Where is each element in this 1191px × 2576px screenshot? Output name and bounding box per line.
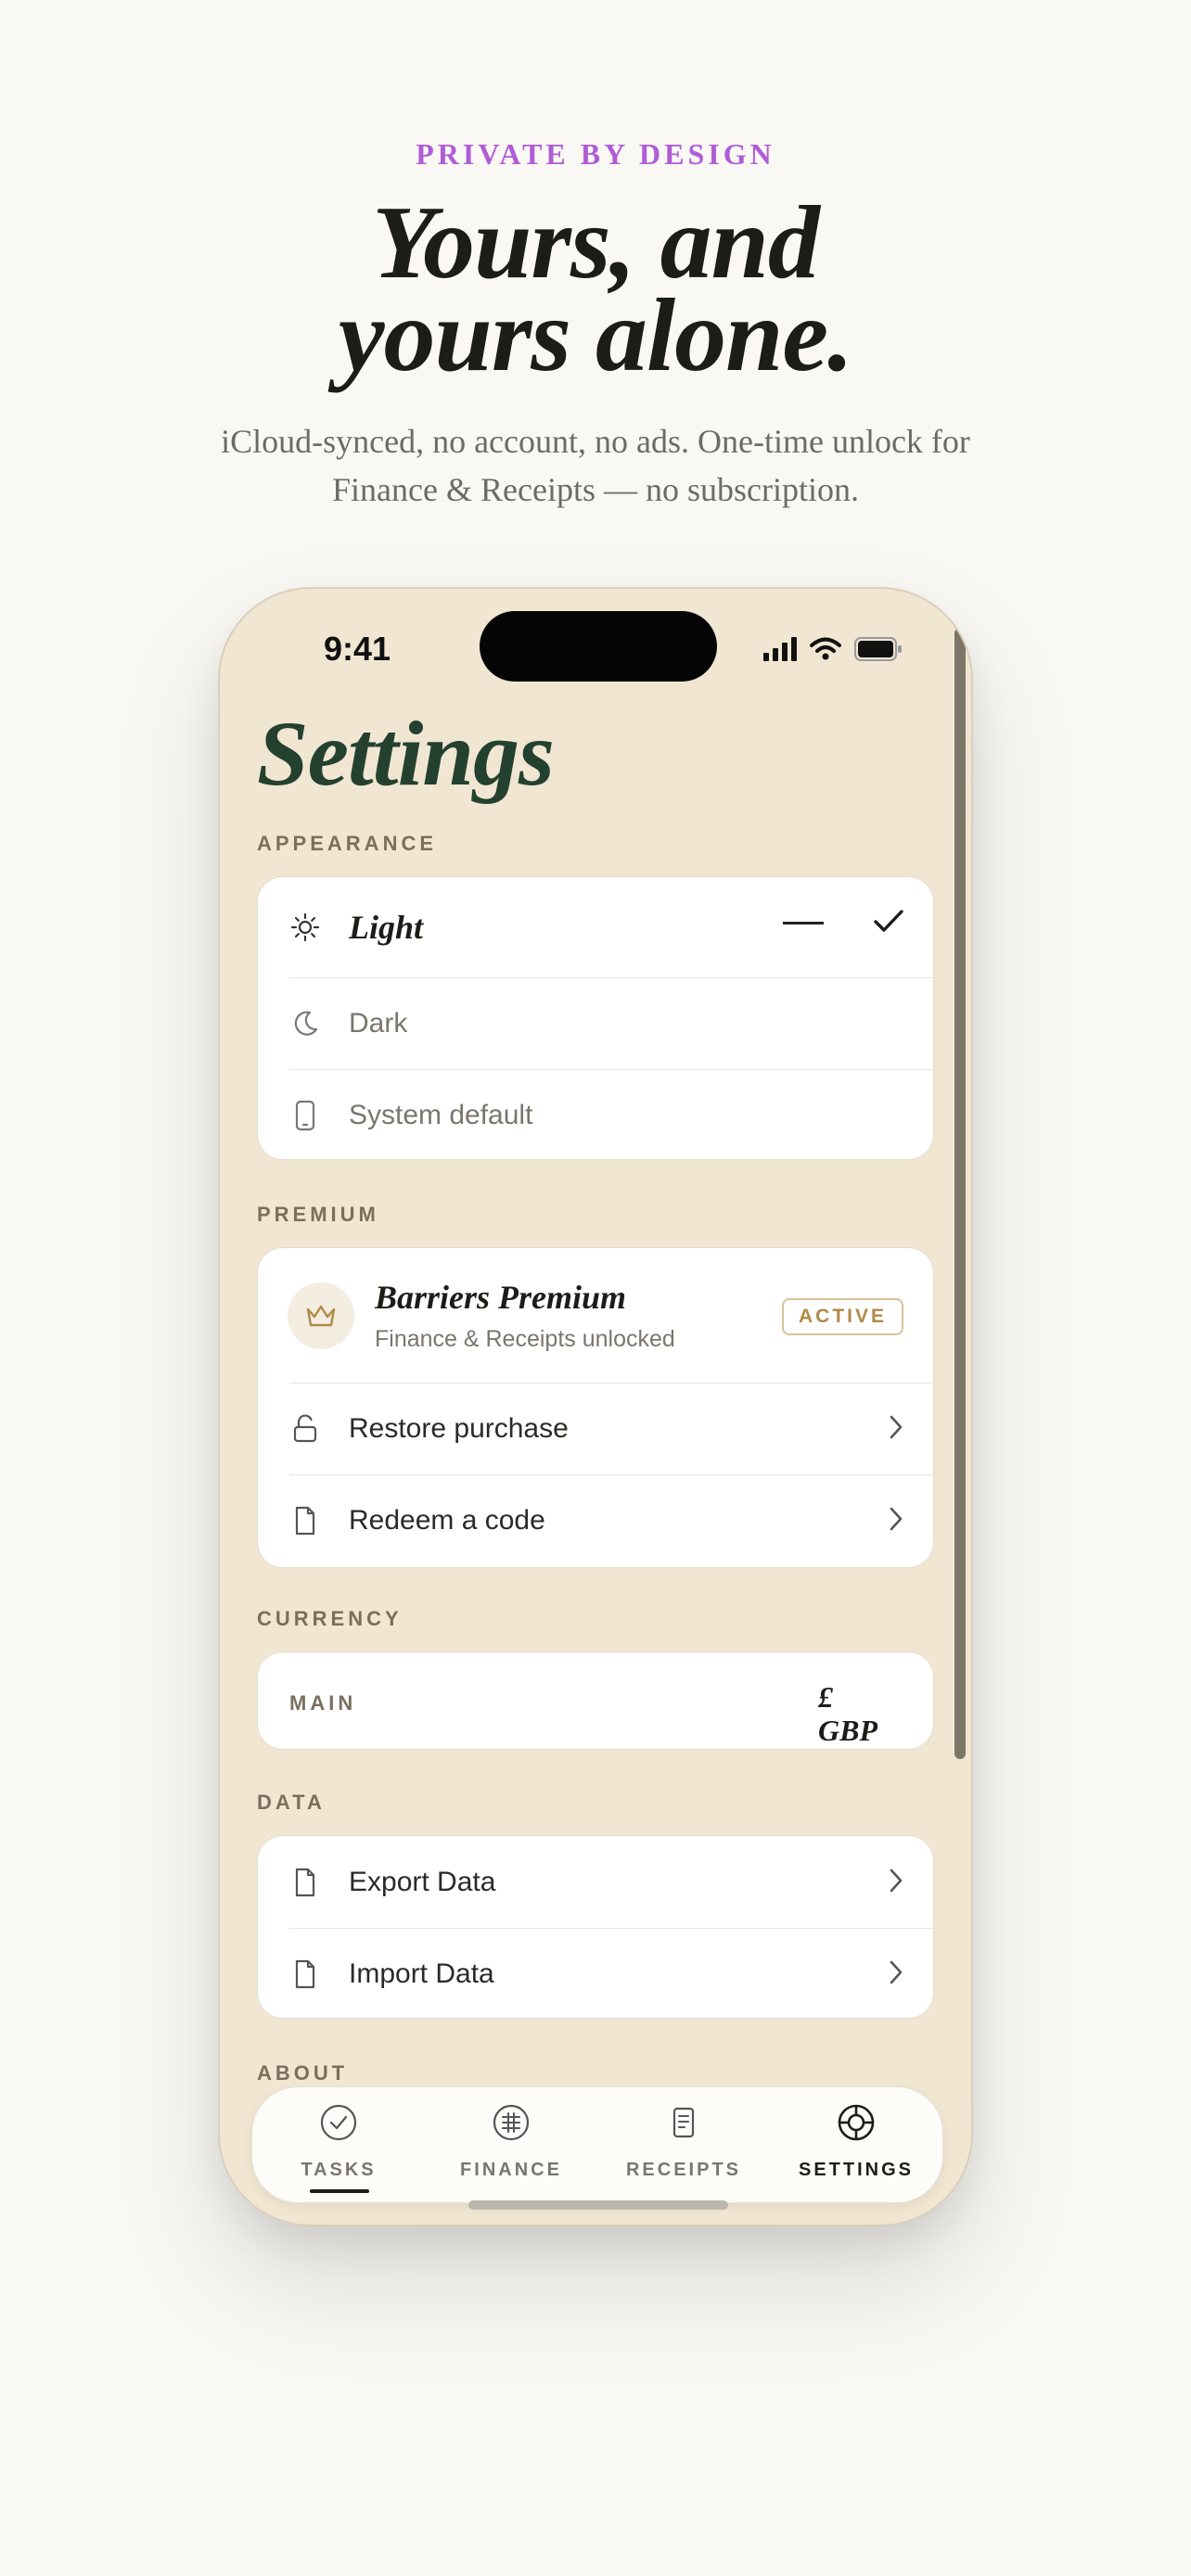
- crown-icon: [288, 1282, 354, 1349]
- headline-line-1: Yours, and: [372, 185, 820, 300]
- phone-icon: [289, 1100, 321, 1131]
- home-indicator[interactable]: [468, 2200, 728, 2210]
- unlock-icon: [289, 1413, 321, 1445]
- tab-underline: [310, 2189, 369, 2193]
- appearance-option-label: Dark: [349, 1007, 408, 1039]
- section-label-premium: PREMIUM: [257, 1203, 379, 1226]
- currency-card[interactable]: MAIN £ GBP: [257, 1651, 934, 1750]
- dynamic-island: [480, 611, 717, 682]
- chevron-right-icon: [887, 1412, 905, 1447]
- tab-receipts[interactable]: RECEIPTS: [597, 2087, 770, 2204]
- signal-icon: [763, 637, 797, 661]
- status-icons: [763, 637, 903, 661]
- eyebrow-text: PRIVATE BY DESIGN: [416, 137, 775, 171]
- appearance-card: Light Dark System default: [257, 876, 934, 1160]
- import-data-row[interactable]: Import Data: [258, 1928, 933, 2018]
- chevron-right-icon: [887, 1866, 905, 1900]
- headline-line-2: yours alone.: [338, 278, 853, 393]
- tab-label: FINANCE: [460, 2160, 562, 2180]
- import-data-label: Import Data: [349, 1958, 494, 1989]
- tab-tasks[interactable]: TASKS: [252, 2087, 425, 2204]
- appearance-option-label: System default: [349, 1099, 533, 1130]
- currency-symbol: £: [818, 1680, 833, 1714]
- chevron-right-icon: [887, 1958, 905, 1992]
- page: PRIVATE BY DESIGN Yours, and yours alone…: [0, 0, 1191, 2576]
- appearance-option-label: Light: [349, 909, 424, 946]
- currency-key: MAIN: [289, 1691, 357, 1715]
- redeem-code-row[interactable]: Redeem a code: [258, 1474, 933, 1566]
- tab-label: TASKS: [301, 2160, 377, 2180]
- document-icon: [289, 1958, 321, 1990]
- section-label-currency: CURRENCY: [257, 1607, 403, 1630]
- tab-label: SETTINGS: [798, 2160, 914, 2180]
- selected-dash: [783, 922, 824, 925]
- premium-status-row: Barriers Premium Finance & Receipts unlo…: [258, 1248, 933, 1383]
- tab-settings[interactable]: SETTINGS: [770, 2087, 942, 2204]
- premium-subtitle: Finance & Receipts unlocked: [375, 1326, 675, 1352]
- section-label-about: ABOUT: [257, 2061, 349, 2085]
- status-time: 9:41: [324, 630, 391, 668]
- restore-purchase-label: Restore purchase: [349, 1412, 569, 1444]
- premium-text: Barriers Premium Finance & Receipts unlo…: [375, 1278, 675, 1353]
- battery-icon: [854, 637, 902, 661]
- chevron-right-icon: [887, 1504, 905, 1538]
- tab-finance[interactable]: FINANCE: [425, 2087, 597, 2204]
- moon-icon: [289, 1008, 321, 1039]
- currency-code: GBP: [818, 1714, 877, 1747]
- appearance-option-dark[interactable]: Dark: [258, 977, 933, 1069]
- headline: Yours, and yours alone.: [0, 185, 1191, 393]
- section-label-appearance: APPEARANCE: [257, 832, 438, 855]
- restore-purchase-row[interactable]: Restore purchase: [258, 1383, 933, 1474]
- page-title: Settings: [257, 702, 555, 805]
- appearance-option-system[interactable]: System default: [258, 1069, 933, 1159]
- receipt-icon: [672, 2107, 695, 2138]
- tab-bar: TASKS FINANCE RECEIPTS SETTINGS: [251, 2086, 943, 2203]
- premium-name: Barriers Premium: [375, 1279, 627, 1316]
- tab-label: RECEIPTS: [625, 2160, 742, 2180]
- export-data-row[interactable]: Export Data: [258, 1836, 933, 1928]
- document-icon: [289, 1505, 321, 1537]
- redeem-code-label: Redeem a code: [349, 1504, 545, 1536]
- section-label-data: DATA: [257, 1791, 326, 1814]
- check-circle-icon: [320, 2104, 357, 2141]
- hero-subtitle: iCloud-synced, no account, no ads. One-t…: [221, 423, 970, 508]
- appearance-option-light[interactable]: Light: [258, 877, 933, 977]
- scrollbar[interactable]: [954, 628, 966, 1759]
- checkmark-icon: [872, 905, 905, 941]
- status-badge: ACTIVE: [781, 1298, 903, 1335]
- ledger-circle-icon: [493, 2104, 530, 2141]
- sun-icon: [289, 912, 321, 943]
- data-card: Export Data Import Data: [257, 1835, 934, 2019]
- document-icon: [289, 1867, 321, 1898]
- lifebuoy-icon: [838, 2104, 875, 2141]
- wifi-icon: [810, 637, 841, 660]
- currency-value[interactable]: £ GBP: [818, 1680, 920, 1747]
- premium-card: Barriers Premium Finance & Receipts unlo…: [257, 1247, 934, 1568]
- export-data-label: Export Data: [349, 1866, 496, 1897]
- phone-frame: 9:41 Settings APPEARANCE Light Dark Syst…: [218, 587, 973, 2226]
